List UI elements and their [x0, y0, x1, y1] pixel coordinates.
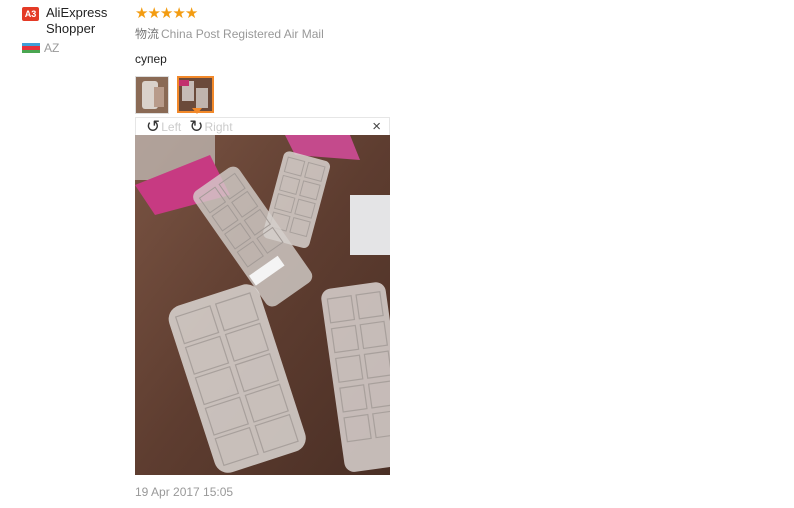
- review-photo-large: [135, 135, 390, 475]
- reviewer-header: A3 AliExpress Shopper: [22, 5, 122, 37]
- star-icon: ★: [184, 4, 199, 22]
- close-viewer-button[interactable]: ×: [372, 118, 381, 135]
- rotate-left-button[interactable]: ↺ Left: [146, 116, 182, 136]
- review-text: супер: [135, 52, 167, 66]
- rotate-right-button[interactable]: ↻ Right: [189, 116, 233, 136]
- review-photo-thumbnails: [135, 76, 735, 114]
- shipping-method-text: China Post Registered Air Mail: [161, 26, 324, 41]
- photo-viewer-toolbar: ↺ Left ↻ Right ×: [135, 117, 390, 135]
- shipping-method: 物流 China Post Registered Air Mail: [135, 25, 735, 42]
- photo-thumbnail-image: [179, 78, 212, 111]
- rotate-right-label: Right: [204, 119, 233, 134]
- reviewer-info: A3 AliExpress Shopper AZ: [22, 5, 122, 55]
- star-icon: ★: [135, 4, 149, 22]
- level-badge: A3: [22, 7, 39, 21]
- photo-thumbnail-image: [136, 77, 168, 113]
- active-thumbnail-pointer: [192, 108, 202, 114]
- review-content: ★ ★ ★ ★ ★ 物流 China Post Registered Air M…: [135, 5, 735, 114]
- country-flag-icon: [22, 42, 40, 54]
- review-date: 19 Apr 2017 15:05: [135, 485, 234, 499]
- reviewer-name: AliExpress Shopper: [46, 5, 108, 36]
- rating-stars: ★ ★ ★ ★ ★: [135, 5, 735, 21]
- rotate-right-icon: ↻: [189, 116, 204, 136]
- logistics-icon: 物流: [135, 27, 160, 41]
- photo-thumbnail[interactable]: [135, 76, 169, 114]
- star-icon: ★: [147, 4, 161, 22]
- photo-viewer: ↺ Left ↻ Right ×: [135, 117, 390, 475]
- rotate-left-icon: ↺: [146, 116, 161, 136]
- country-code: AZ: [44, 41, 60, 55]
- reviewer-country: AZ: [22, 41, 122, 55]
- star-icon: ★: [172, 4, 186, 22]
- star-icon: ★: [159, 4, 174, 22]
- rotate-left-label: Left: [161, 119, 182, 134]
